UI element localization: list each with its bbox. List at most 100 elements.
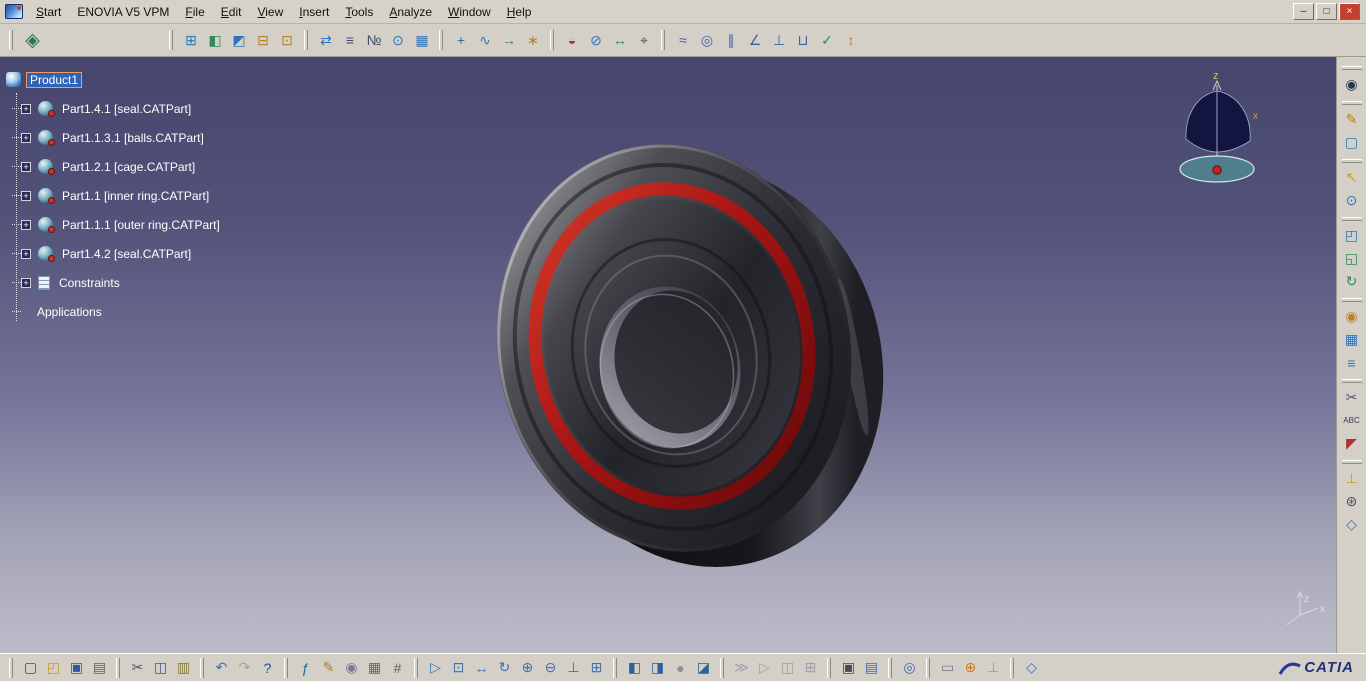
rotate-icon[interactable]: ↻ — [493, 656, 516, 679]
expand-toggle-part1-1-3-1-balls-catpart[interactable]: + — [21, 132, 31, 143]
tree-item-constraints[interactable]: Constraints — [55, 275, 124, 291]
toolbar-grip[interactable] — [613, 657, 617, 678]
tree-item-part1-1-inner-ring-catpart[interactable]: Part1.1 [inner ring.CATPart] — [58, 188, 213, 204]
contact-constraint-icon[interactable]: ◎ — [695, 28, 719, 52]
publish-icon[interactable]: ◱ — [1340, 247, 1364, 270]
tree-item-part1-1-3-1-balls-catpart[interactable]: Part1.1.3.1 [balls.CATPart] — [58, 130, 208, 146]
snap-icon[interactable]: ∿ — [473, 28, 497, 52]
formula-icon[interactable]: ƒ — [294, 656, 317, 679]
manikin-icon[interactable]: ◉ — [1340, 305, 1364, 328]
structure-graph-icon[interactable]: # — [386, 656, 409, 679]
part-icon[interactable] — [38, 188, 55, 204]
toolbar-grip[interactable] — [9, 30, 13, 50]
toolbar-grip[interactable] — [1341, 159, 1362, 163]
expand-toggle-constraints[interactable]: + — [21, 277, 31, 288]
clash-analysis-icon[interactable]: ◒ — [560, 28, 584, 52]
save-icon[interactable]: ▣ — [65, 656, 88, 679]
axis-system-icon[interactable]: ⊥ — [1340, 467, 1364, 490]
bearing-model[interactable] — [459, 111, 920, 600]
new-document-icon[interactable]: ▢ — [19, 656, 42, 679]
isometric-view-icon[interactable]: ◧ — [623, 656, 646, 679]
offset-constraint-icon[interactable]: ∥ — [719, 28, 743, 52]
catia-app-icon[interactable] — [5, 4, 23, 19]
shading-mode-icon[interactable]: ◨ — [646, 656, 669, 679]
toolbar-grip[interactable] — [720, 657, 724, 678]
flexible-rigid-subassembly-icon[interactable]: ↕ — [839, 28, 863, 52]
toolbar-grip[interactable] — [200, 657, 204, 678]
tree-item-part1-4-1-seal-catpart[interactable]: Part1.4.1 [seal.CATPart] — [58, 101, 195, 117]
existing-component-positioned-icon[interactable]: ⊡ — [275, 28, 299, 52]
fix-together-icon[interactable]: ⊔ — [791, 28, 815, 52]
undo-icon[interactable]: ↶ — [210, 656, 233, 679]
redo-icon[interactable]: ↷ — [233, 656, 256, 679]
axis-system-icon[interactable]: ⊥ — [982, 656, 1005, 679]
menu-insert[interactable]: Insert — [291, 2, 337, 22]
toolbar-grip[interactable] — [284, 657, 288, 678]
toolbar-grip[interactable] — [439, 30, 443, 50]
restore-button[interactable]: □ — [1316, 3, 1337, 20]
smart-move-icon[interactable]: → — [497, 28, 521, 52]
fly-through-icon[interactable]: ▷ — [424, 656, 447, 679]
close-button[interactable]: × — [1339, 3, 1360, 20]
copy-icon[interactable]: ◫ — [149, 656, 172, 679]
toolbar-grip[interactable] — [116, 657, 120, 678]
section-cut-icon[interactable]: ✂ — [1340, 386, 1364, 409]
pan-icon[interactable]: ↔ — [470, 656, 493, 679]
menu-tools[interactable]: Tools — [337, 2, 381, 22]
part-icon[interactable] — [38, 101, 55, 117]
zoom-in-icon[interactable]: ⊕ — [516, 656, 539, 679]
select-icon[interactable]: ↖ — [1340, 166, 1364, 189]
3d-compass[interactable]: z x — [1179, 70, 1258, 183]
toolbar-grip[interactable] — [1341, 66, 1362, 70]
assembly-design-workbench-icon[interactable]: ◈ — [19, 27, 46, 54]
tree-item-part1-1-1-outer-ring-catpart[interactable]: Part1.1.1 [outer ring.CATPart] — [58, 217, 224, 233]
toolbar-grip[interactable] — [1341, 101, 1362, 105]
render-capture-icon[interactable]: ▣ — [837, 656, 860, 679]
menu-help[interactable]: Help — [499, 2, 540, 22]
simulation-play-icon[interactable]: ≫ — [730, 656, 753, 679]
coincidence-constraint-icon[interactable]: ≈ — [671, 28, 695, 52]
seal-ring[interactable] — [506, 163, 838, 529]
menu-analyze[interactable]: Analyze — [381, 2, 440, 22]
graph-tree-reordering-icon[interactable]: ≡ — [338, 28, 362, 52]
part-icon[interactable] — [38, 130, 55, 146]
tree-item-part1-2-1-cage-catpart[interactable]: Part1.2.1 [cage.CATPart] — [58, 159, 199, 175]
sketcher-icon[interactable]: ✎ — [1340, 108, 1364, 131]
toolbar-grip[interactable] — [9, 657, 13, 678]
toolbar-grip[interactable] — [888, 657, 892, 678]
measure-between-icon[interactable]: ⌖ — [632, 28, 656, 52]
menu-view[interactable]: View — [249, 2, 291, 22]
menu-edit[interactable]: Edit — [213, 2, 250, 22]
part-icon[interactable] — [38, 246, 55, 262]
toolbar-grip[interactable] — [1341, 460, 1362, 464]
new-product-icon[interactable]: ◧ — [203, 28, 227, 52]
toolbar-grip[interactable] — [1341, 217, 1362, 221]
measure-item-icon[interactable]: ▭ — [936, 656, 959, 679]
hide-show-icon[interactable]: ◪ — [692, 656, 715, 679]
flag-note-icon[interactable]: ◤ — [1340, 432, 1364, 455]
update-assembly-icon[interactable]: ↻ — [1340, 270, 1364, 293]
print-icon[interactable]: ▤ — [88, 656, 111, 679]
zoom-part-icon[interactable]: ⊙ — [1340, 189, 1364, 212]
toolbar-grip[interactable] — [661, 30, 665, 50]
paste-icon[interactable]: ▥ — [172, 656, 195, 679]
edit-list-icon[interactable]: ≡ — [1340, 351, 1364, 374]
generate-numbering-icon[interactable]: № — [362, 28, 386, 52]
comment-icon[interactable]: ✎ — [317, 656, 340, 679]
replace-component-icon[interactable]: ⇄ — [314, 28, 338, 52]
selective-load-icon[interactable]: ⊙ — [386, 28, 410, 52]
grid-display-icon[interactable]: ⊞ — [799, 656, 822, 679]
toolbar-grip[interactable] — [550, 30, 554, 50]
fit-all-in-icon[interactable]: ⊡ — [447, 656, 470, 679]
new-sheet-icon[interactable]: ▢ — [1340, 131, 1364, 154]
menu-window[interactable]: Window — [440, 2, 499, 22]
fix-component-icon[interactable]: ⊥ — [767, 28, 791, 52]
edit-table-icon[interactable]: ▦ — [1340, 328, 1364, 351]
part-icon[interactable] — [38, 159, 55, 175]
toolbar-grip[interactable] — [926, 657, 930, 678]
capture-view-icon[interactable]: ◫ — [776, 656, 799, 679]
toolbar-grip[interactable] — [304, 30, 308, 50]
toolbar-grip[interactable] — [414, 657, 418, 678]
enovia-connect-icon[interactable]: ◎ — [898, 656, 921, 679]
tree-item-product1[interactable]: Product1 — [26, 71, 83, 88]
